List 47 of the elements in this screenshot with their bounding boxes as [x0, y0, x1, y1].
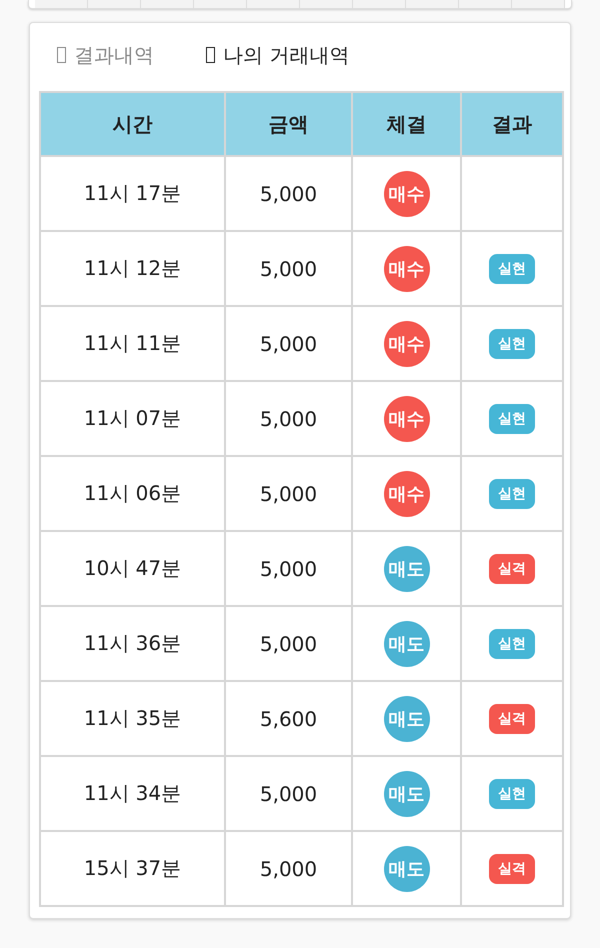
time-cell: 15시 37분 [40, 831, 225, 906]
result-badge: 실현 [489, 254, 535, 284]
column-header: 체결 [352, 92, 461, 156]
trade-badge: 매수 [384, 170, 430, 216]
trade-badge: 매수 [384, 246, 430, 292]
column-header: 시간 [40, 92, 225, 156]
column-header: 결과 [461, 92, 563, 156]
amount-cell: 5,000 [225, 381, 352, 456]
time-cell: 11시 35분 [40, 681, 225, 756]
amount-cell: 5,000 [225, 756, 352, 831]
amount-cell: 5,000 [225, 231, 352, 306]
trade-badge: 매수 [384, 470, 430, 516]
amount-cell: 5,000 [225, 306, 352, 381]
amount-cell: 5,000 [225, 531, 352, 606]
time-cell: 11시 11분 [40, 306, 225, 381]
amount-cell: 5,000 [225, 456, 352, 531]
tab[interactable]: 결과내역 [57, 40, 154, 70]
trade-badge: 매도 [384, 696, 430, 742]
amount-cell: 5,000 [225, 831, 352, 906]
trade-badge: 매도 [384, 770, 430, 816]
amount-cell: 5,600 [225, 681, 352, 756]
result-badge: 실현 [489, 628, 535, 658]
tab[interactable]: 나의 거래내역 [206, 40, 350, 70]
amount-cell: 5,000 [225, 606, 352, 681]
result-badge: 실현 [489, 478, 535, 508]
trade-badge: 매수 [384, 396, 430, 442]
trade-badge: 매수 [384, 320, 430, 366]
time-cell: 11시 07분 [40, 381, 225, 456]
trade-badge: 매도 [384, 620, 430, 666]
result-badge: 실격 [489, 704, 535, 734]
trade-badge: 매도 [384, 546, 430, 592]
time-cell: 11시 34분 [40, 756, 225, 831]
time-cell: 10시 47분 [40, 531, 225, 606]
result-badge: 실격 [489, 554, 535, 584]
time-cell: 11시 36분 [40, 606, 225, 681]
amount-cell: 5,000 [225, 156, 352, 231]
result-badge: 실격 [489, 854, 535, 884]
result-badge: 실현 [489, 778, 535, 808]
missing-glyph-icon [206, 47, 215, 63]
trade-badge: 매도 [384, 846, 430, 892]
column-header: 금액 [225, 92, 352, 156]
time-cell: 11시 06분 [40, 456, 225, 531]
time-cell: 11시 17분 [40, 156, 225, 231]
result-badge: 실현 [489, 328, 535, 358]
missing-glyph-icon [57, 47, 66, 63]
result-badge: 실현 [489, 404, 535, 434]
time-cell: 11시 12분 [40, 231, 225, 306]
